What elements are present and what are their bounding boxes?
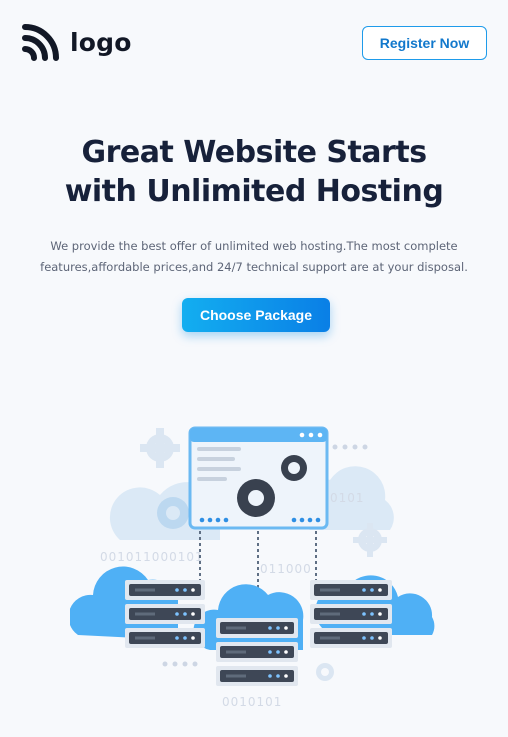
server-icon xyxy=(216,618,298,686)
header: logo Register Now xyxy=(0,0,508,84)
binary-text: 0010101 xyxy=(222,695,282,709)
gear-icon xyxy=(157,497,189,529)
choose-package-button[interactable]: Choose Package xyxy=(182,298,330,332)
logo-text: logo xyxy=(70,27,132,57)
binary-text: 0101 xyxy=(330,491,365,505)
register-now-button[interactable]: Register Now xyxy=(362,26,487,60)
cloud-icon xyxy=(193,584,304,650)
hero-title-line-2: with Unlimited Hosting xyxy=(64,174,444,209)
hero-title-line-1: Great Website Starts xyxy=(81,135,427,170)
gear-icon xyxy=(316,663,334,681)
gear-icon xyxy=(237,479,275,517)
rss-logo-icon xyxy=(22,24,59,61)
browser-window-icon xyxy=(188,426,329,530)
server-icon xyxy=(310,580,392,648)
hero-description: We provide the best offer of unlimited w… xyxy=(40,239,468,274)
hosting-illustration: 0101 001011000101 011000 0010101 xyxy=(70,426,435,709)
binary-text: 001011000101 xyxy=(100,550,204,564)
gear-icon xyxy=(281,455,307,481)
hero-title: Great Website Starts with Unlimited Host… xyxy=(0,133,508,211)
binary-text: 011000 xyxy=(260,562,312,576)
logo[interactable]: logo xyxy=(22,22,132,62)
gear-icon xyxy=(140,428,180,468)
server-icon xyxy=(125,580,205,648)
